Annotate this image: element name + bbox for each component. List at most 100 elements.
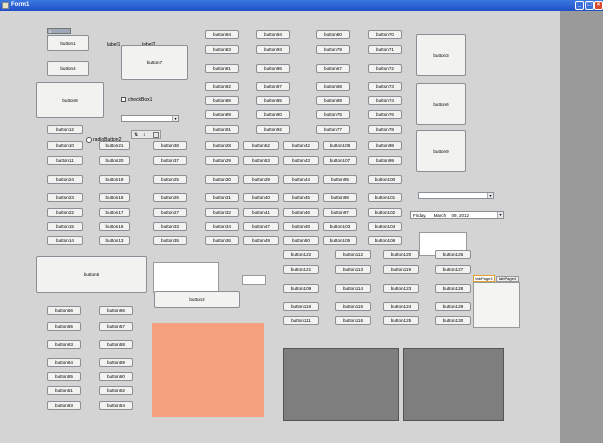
button44-button[interactable]: button44 — [283, 175, 319, 184]
button2-button[interactable]: button2 — [154, 291, 240, 308]
button116-button[interactable]: button116 — [335, 316, 371, 325]
button48-button[interactable]: button48 — [283, 222, 319, 231]
button31-button[interactable]: button31 — [205, 193, 239, 202]
button114-button[interactable]: button114 — [335, 284, 371, 293]
button88-button[interactable]: button88 — [205, 96, 239, 105]
button82-button[interactable]: button82 — [205, 82, 239, 91]
button98-button[interactable]: button98 — [368, 141, 402, 150]
button49-button[interactable]: button49 — [243, 236, 279, 245]
button33-button[interactable]: button33 — [153, 222, 187, 231]
button3-button[interactable]: button3 — [416, 34, 466, 76]
button103-button[interactable]: button103 — [323, 222, 357, 231]
button122-button[interactable]: button122 — [283, 250, 319, 259]
button30-button[interactable]: button30 — [205, 175, 239, 184]
button113-button[interactable]: button113 — [335, 265, 371, 274]
button101-button[interactable]: button101 — [368, 193, 402, 202]
button6-button[interactable]: button6 — [416, 83, 466, 125]
button92-button[interactable]: button92 — [256, 125, 290, 134]
button128-button[interactable]: button128 — [435, 284, 471, 293]
button57-button[interactable]: button57 — [99, 322, 133, 331]
button5-button[interactable]: button5 — [36, 256, 147, 293]
combobox2[interactable]: ▾ — [418, 192, 494, 199]
button36-button[interactable]: button36 — [205, 236, 239, 245]
button76-button[interactable]: button76 — [368, 110, 402, 119]
button60-button[interactable]: button60 — [99, 372, 133, 381]
button86-button[interactable]: button86 — [256, 64, 290, 73]
button118-button[interactable]: button118 — [283, 302, 319, 311]
button11-button[interactable]: button11 — [47, 156, 83, 165]
button70-button[interactable]: button70 — [368, 30, 402, 39]
button52-button[interactable]: button52 — [243, 141, 279, 150]
button39-button[interactable]: button39 — [243, 175, 279, 184]
button42-button[interactable]: button42 — [283, 141, 319, 150]
button83-button[interactable]: button83 — [205, 45, 239, 54]
button20-button[interactable]: button20 — [99, 156, 130, 165]
button127-button[interactable]: button127 — [435, 265, 471, 274]
small-textbox[interactable] — [242, 275, 266, 285]
button84-button[interactable]: button84 — [205, 30, 239, 39]
button43-button[interactable]: button43 — [283, 156, 319, 165]
button71-button[interactable]: button71 — [368, 45, 402, 54]
combobox1[interactable]: ▾ — [121, 115, 179, 122]
button23-button[interactable]: button23 — [47, 193, 83, 202]
button93-button[interactable]: button93 — [256, 45, 290, 54]
button115-button[interactable]: button115 — [335, 302, 371, 311]
numeric-updown[interactable]: 0 — [47, 28, 71, 34]
minimize-button[interactable]: _ — [575, 1, 584, 10]
button58-button[interactable]: button58 — [99, 340, 133, 349]
grid-icon[interactable] — [153, 132, 159, 138]
button119-button[interactable]: button119 — [383, 265, 419, 274]
textbox-panel[interactable] — [153, 262, 219, 293]
button22-button[interactable]: button22 — [47, 208, 83, 217]
button120-button[interactable]: button120 — [383, 250, 419, 259]
button105-button[interactable]: button105 — [323, 236, 357, 245]
button85-button[interactable]: button85 — [256, 96, 290, 105]
button46-button[interactable]: button46 — [283, 208, 319, 217]
button56-button[interactable]: button56 — [99, 306, 133, 315]
button130-button[interactable]: button130 — [435, 316, 471, 325]
button77-button[interactable]: button77 — [316, 125, 350, 134]
button14-button[interactable]: button14 — [47, 236, 83, 245]
title-bar[interactable]: Form1 _ □ × — [0, 0, 603, 11]
button9-button[interactable]: button9 — [416, 130, 466, 172]
tab-tabpage3[interactable]: tabPage3 — [473, 275, 495, 282]
button29-button[interactable]: button29 — [205, 156, 239, 165]
button35-button[interactable]: button35 — [153, 236, 187, 245]
button73-button[interactable]: button73 — [368, 82, 402, 91]
button21-button[interactable]: button21 — [99, 141, 130, 150]
button112-button[interactable]: button112 — [335, 250, 371, 259]
button16-button[interactable]: button16 — [99, 222, 130, 231]
button63-copy-button[interactable]: button63 — [47, 401, 81, 410]
button64-button[interactable]: button64 — [47, 358, 81, 367]
button108-button[interactable]: button108 — [323, 141, 357, 150]
button53-button[interactable]: button53 — [243, 156, 279, 165]
button32-button[interactable]: button32 — [205, 208, 239, 217]
button109-button[interactable]: button109 — [283, 284, 319, 293]
button47-button[interactable]: button47 — [243, 222, 279, 231]
button19-button[interactable]: button19 — [99, 175, 130, 184]
button87-button[interactable]: button87 — [256, 82, 290, 91]
date-picker[interactable]: Friday, March 09, 2012 ▾ — [410, 211, 504, 219]
checkbox1-box[interactable] — [121, 97, 126, 102]
button80-button[interactable]: button80 — [316, 30, 350, 39]
button8-button[interactable]: button8 — [36, 82, 104, 118]
button28-button[interactable]: button28 — [205, 141, 239, 150]
button50-button[interactable]: button50 — [283, 236, 319, 245]
button1-button[interactable]: button1 — [47, 35, 89, 51]
button24-button[interactable]: button24 — [47, 175, 83, 184]
button18-button[interactable]: button18 — [99, 193, 130, 202]
button89-button[interactable]: button89 — [205, 110, 239, 119]
button126-button[interactable]: button126 — [435, 250, 471, 259]
button90-button[interactable]: button90 — [256, 110, 290, 119]
button26-button[interactable]: button26 — [153, 193, 187, 202]
button78-button[interactable]: button78 — [368, 125, 402, 134]
button123-button[interactable]: button123 — [383, 284, 419, 293]
button7-button[interactable]: button7 — [121, 45, 188, 80]
button107-button[interactable]: button107 — [323, 156, 357, 165]
button66-button[interactable]: button66 — [47, 306, 81, 315]
sort-icon[interactable]: ⇅ — [134, 132, 138, 138]
button15-button[interactable]: button15 — [47, 222, 83, 231]
button69-button[interactable]: button69 — [316, 96, 350, 105]
button10-button[interactable]: button10 — [47, 141, 83, 150]
button111-button[interactable]: button111 — [283, 316, 319, 325]
